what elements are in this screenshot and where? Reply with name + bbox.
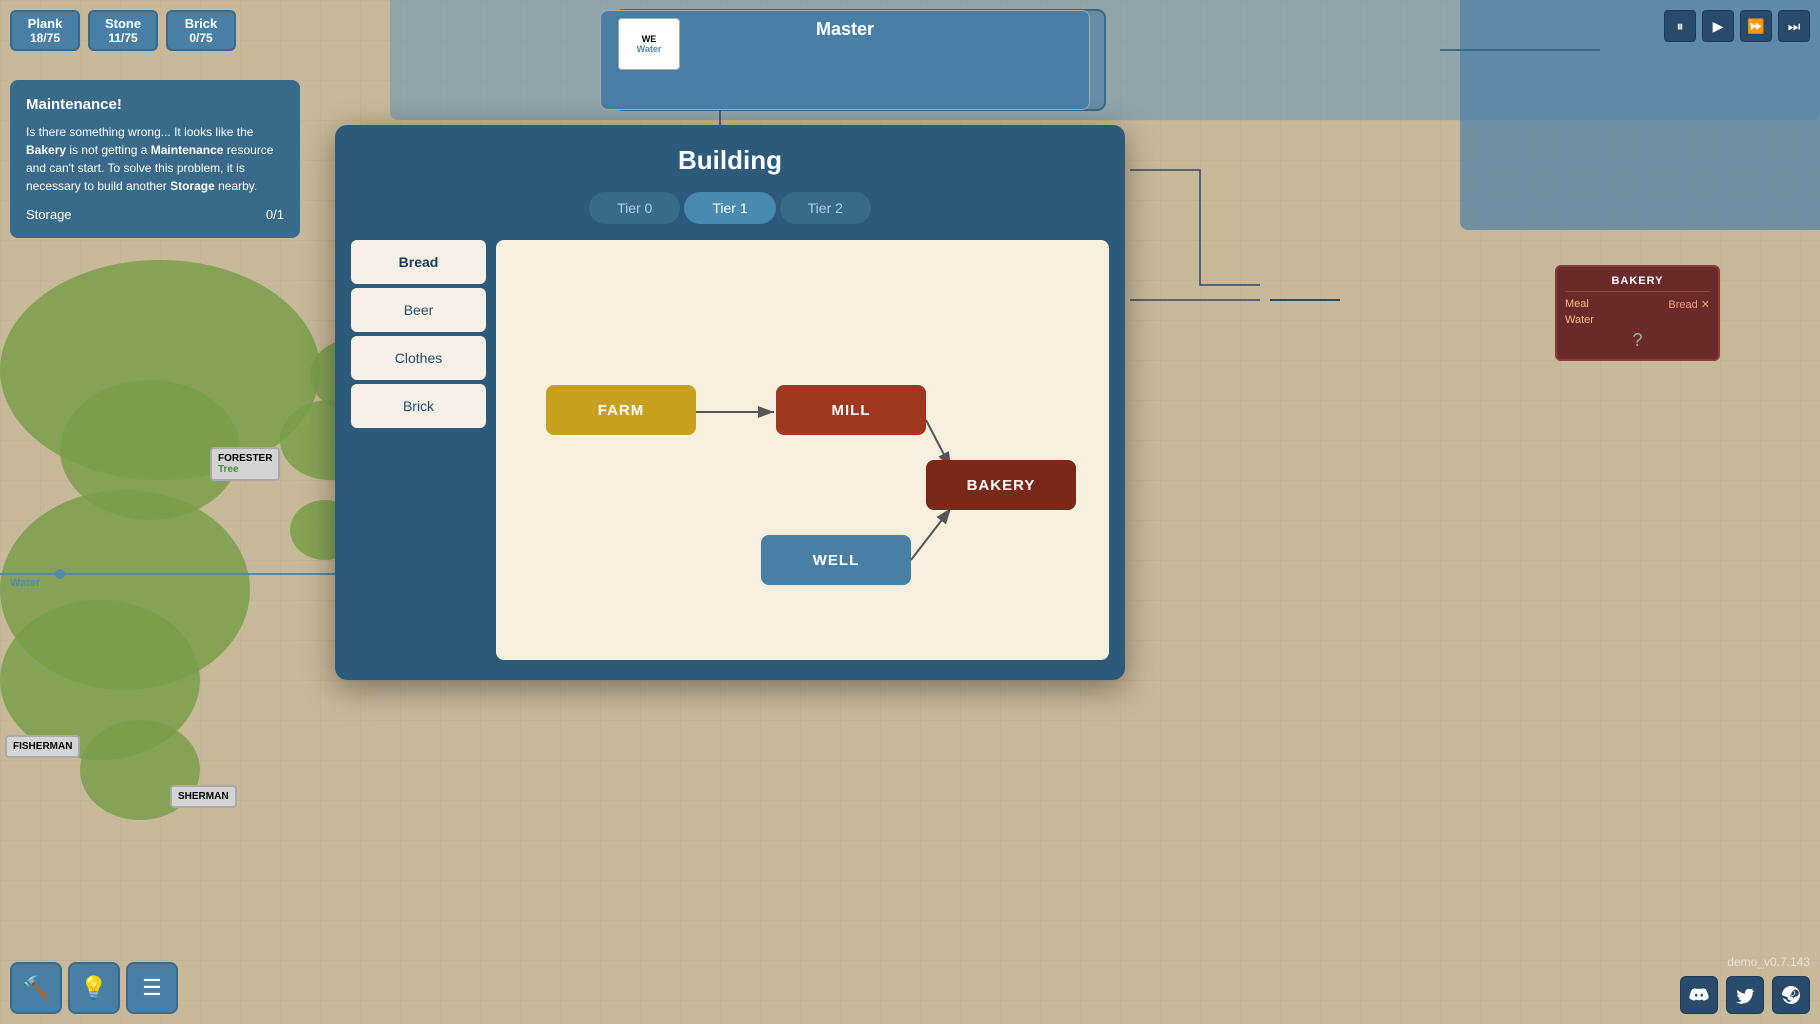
twitter-icon (1735, 985, 1755, 1005)
forester-building: FORESTER Tree (210, 447, 280, 481)
maintenance-text: Is there something wrong... It looks lik… (26, 123, 284, 195)
play-button[interactable]: ▶ (1702, 10, 1734, 42)
stone-resource: Stone 11/75 (88, 10, 158, 51)
bakery-meal-row: Meal Bread ✕ (1565, 298, 1710, 311)
playback-controls: ⏸ ▶ ⏩ ⏭ (1664, 10, 1810, 42)
master-label: Master (816, 19, 874, 40)
flow-node-bakery: BAKERY (926, 460, 1076, 510)
dialog-body: Bread Beer Clothes Brick (335, 240, 1125, 660)
bakery-card-title: BAKERY (1565, 275, 1710, 292)
plank-resource: Plank 18/75 (10, 10, 80, 51)
steam-button[interactable] (1772, 976, 1810, 1014)
tier-1-tab[interactable]: Tier 1 (684, 192, 775, 224)
brick-resource: Brick 0/75 (166, 10, 236, 51)
twitter-button[interactable] (1726, 976, 1764, 1014)
building-item-brick[interactable]: Brick (351, 384, 486, 428)
steam-icon (1781, 985, 1801, 1005)
discord-icon (1689, 985, 1709, 1005)
sherman-building: SHERMAN (170, 785, 237, 808)
hammer-icon: 🔨 (22, 975, 49, 1001)
flow-node-farm: FARM (546, 385, 696, 435)
tier-0-tab[interactable]: Tier 0 (589, 192, 680, 224)
water-label: Water (10, 577, 40, 589)
resource-bar: Plank 18/75 Stone 11/75 Brick 0/75 (10, 10, 236, 51)
flow-arrows (496, 240, 1109, 660)
flow-diagram: FARM MILL BAKERY WELL (496, 240, 1109, 660)
bakery-bread-label: Bread ✕ (1668, 298, 1710, 311)
version-text: demo_v0.7.143 (1727, 955, 1810, 969)
storage-value: 0/1 (266, 207, 284, 222)
building-list: Bread Beer Clothes Brick (351, 240, 486, 660)
maintenance-panel: Maintenance! Is there something wrong...… (10, 80, 300, 238)
bakery-water-row: Water (1565, 314, 1710, 326)
menu-icon: ☰ (142, 975, 162, 1001)
bakery-water-label: Water (1565, 314, 1594, 326)
fisherman-building: FISHERMAN (5, 735, 80, 758)
maintenance-title: Maintenance! (26, 96, 284, 113)
bakery-question: ? (1565, 330, 1710, 351)
tier-2-tab[interactable]: Tier 2 (780, 192, 871, 224)
well-map-building: WE Water (618, 18, 680, 70)
bakery-meal-label: Meal (1565, 298, 1589, 311)
pause-button[interactable]: ⏸ (1664, 10, 1696, 42)
storage-row: Storage 0/1 (26, 207, 284, 222)
tier-tabs: Tier 0 Tier 1 Tier 2 (335, 192, 1125, 240)
fast-forward-button[interactable]: ⏩ (1740, 10, 1772, 42)
skip-forward-button[interactable]: ⏭ (1778, 10, 1810, 42)
bottom-toolbar: 🔨 💡 ☰ (10, 962, 178, 1014)
bulb-icon: 💡 (80, 975, 107, 1001)
building-item-beer[interactable]: Beer (351, 288, 486, 332)
storage-label: Storage (26, 207, 72, 222)
flow-node-mill: MILL (776, 385, 926, 435)
building-dialog: Building Tier 0 Tier 1 Tier 2 Bread Beer… (335, 125, 1125, 680)
discord-button[interactable] (1680, 976, 1718, 1014)
flow-node-well: WELL (761, 535, 911, 585)
bulb-button[interactable]: 💡 (68, 962, 120, 1014)
bakery-card: BAKERY Meal Bread ✕ Water ? (1555, 265, 1720, 361)
hammer-button[interactable]: 🔨 (10, 962, 62, 1014)
building-item-clothes[interactable]: Clothes (351, 336, 486, 380)
dialog-title: Building (335, 125, 1125, 192)
building-item-bread[interactable]: Bread (351, 240, 486, 284)
social-bar (1680, 976, 1810, 1014)
menu-button[interactable]: ☰ (126, 962, 178, 1014)
